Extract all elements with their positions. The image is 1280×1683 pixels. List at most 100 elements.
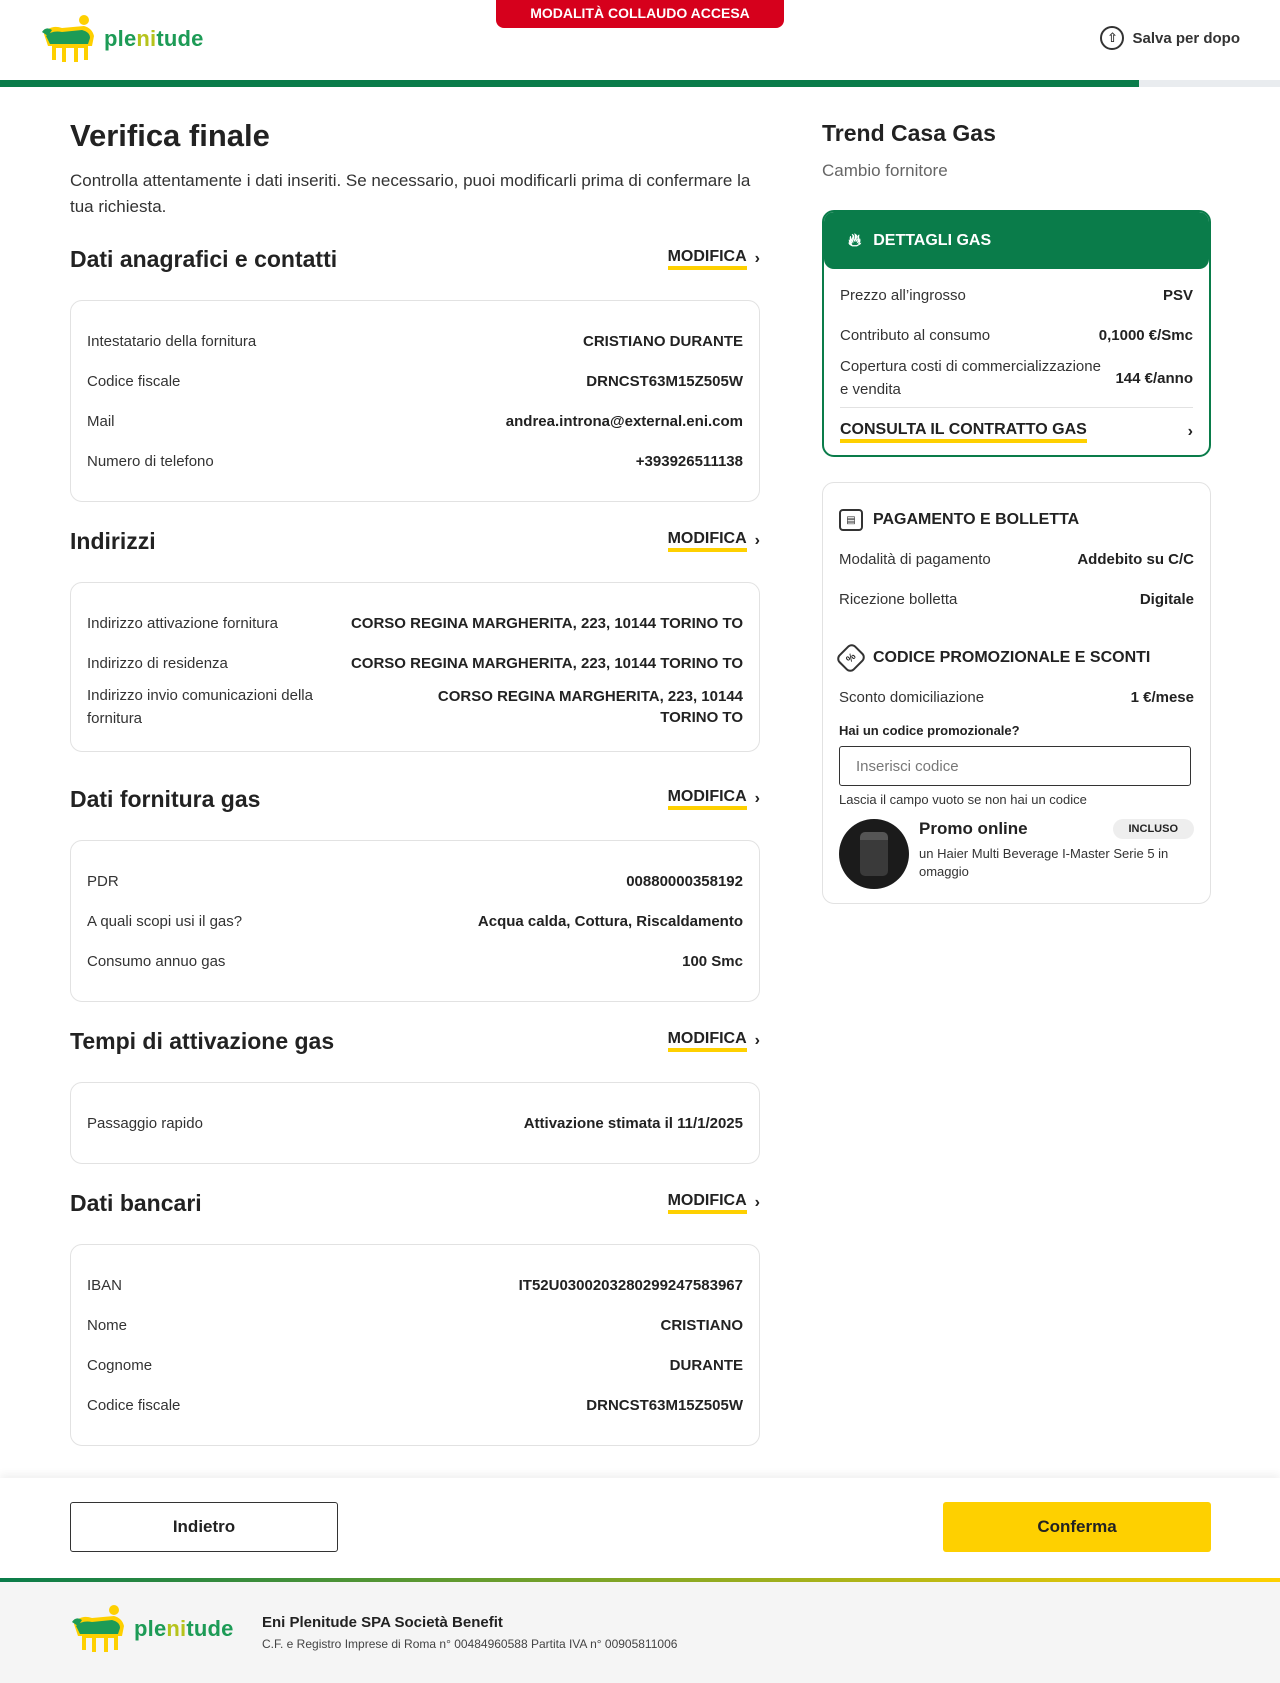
detail-row: Modalità di pagamento Addebito su C/C (839, 539, 1194, 579)
chevron-right-icon: › (1187, 422, 1193, 440)
gas-details-body: Prezzo all’ingrosso PSV Contributo al con… (824, 269, 1209, 455)
section-title: Dati bancari (70, 1189, 202, 1216)
promo-code-question: Hai un codice promozionale? (839, 723, 1020, 738)
detail-label: Intestatario della fornitura (87, 332, 257, 350)
section-title: Indirizzi (70, 527, 156, 554)
product-title: Trend Casa Gas (822, 120, 996, 146)
detail-row: Indirizzo invio comunicazioni della forn… (87, 683, 743, 731)
summary-column: Trend Casa Gas Cambio fornitore (822, 120, 1210, 181)
edit-label: MODIFICA (667, 1030, 747, 1052)
detail-label: Sconto domiciliazione (839, 688, 985, 706)
detail-row: Contributo al consumo 0,1000 €/Smc (840, 315, 1193, 355)
section-header-fornitura: Dati fornitura gas MODIFICA › (70, 784, 760, 814)
section-title: Dati anagrafici e contatti (70, 245, 338, 272)
footer-logo: plenitude (70, 1602, 234, 1656)
detail-value: 144 €/anno (1115, 369, 1193, 387)
detail-row: Codice fiscale DRNCST63M15Z505W (87, 361, 743, 401)
edit-fornitura-link[interactable]: MODIFICA › (667, 788, 760, 810)
detail-label: Cognome (87, 1356, 153, 1374)
plenitude-logo[interactable]: plenitude (40, 12, 204, 66)
edit-tempi-link[interactable]: MODIFICA › (667, 1030, 760, 1052)
detail-row: Intestatario della fornitura CRISTIANO DU… (87, 321, 743, 361)
card-fornitura: PDR 00880000358192 A quali scopi usi il g… (70, 840, 760, 1002)
detail-value: 0,1000 €/Smc (1098, 326, 1193, 344)
detail-label: Consumo annuo gas (87, 952, 226, 970)
detail-value: 100 Smc (682, 952, 743, 970)
back-button[interactable]: Indietro (70, 1502, 338, 1552)
detail-value: andrea.introna@external.eni.com (505, 412, 743, 430)
detail-label: Prezzo all’ingrosso (840, 286, 966, 304)
detail-label: Nome (87, 1316, 128, 1334)
detail-row: Codice fiscale DRNCST63M15Z505W (87, 1385, 743, 1425)
detail-row: Ricezione bolletta Digitale (839, 579, 1194, 619)
confirm-button[interactable]: Conferma (943, 1502, 1211, 1552)
detail-row: Copertura costi di commercializzazione e… (840, 355, 1193, 401)
section-header-tempi: Tempi di attivazione gas MODIFICA › (70, 1026, 760, 1056)
section-header-indirizzi: Indirizzi MODIFICA › (70, 526, 760, 556)
six-legged-dog-icon (42, 15, 94, 62)
gas-details-card: 🔥︎ DETTAGLI GAS Prezzo all’ingrosso PSV C… (822, 210, 1211, 457)
detail-value: DURANTE (669, 1356, 743, 1374)
detail-label: Contributo al consumo (840, 326, 991, 344)
detail-row: Prezzo all’ingrosso PSV (840, 275, 1193, 315)
detail-value: Acqua calda, Cottura, Riscaldamento (477, 912, 743, 930)
detail-value: CRISTIANO DURANTE (583, 332, 743, 350)
card-tempi: Passaggio rapido Attivazione stimata il 1… (70, 1082, 760, 1164)
product-subtitle: Cambio fornitore (822, 161, 948, 180)
detail-label: Passaggio rapido (87, 1114, 203, 1132)
detail-value: Addebito su C/C (1077, 550, 1194, 568)
included-badge: INCLUSO (1112, 819, 1194, 839)
detail-row: Numero di telefono +393926511138 (87, 441, 743, 481)
chevron-right-icon: › (754, 1194, 760, 1211)
section-title: Tempi di attivazione gas (70, 1027, 335, 1054)
review-column: Verifica finale Controlla attentamente i… (70, 118, 760, 220)
progress-bar (0, 80, 1280, 87)
detail-value: CORSO REGINA MARGHERITA, 223, 10144 TORI… (350, 614, 743, 632)
gas-details-header: 🔥︎ DETTAGLI GAS (824, 212, 1209, 269)
consult-contract-link[interactable]: CONSULTA IL CONTRATTO GAS › (840, 407, 1193, 455)
payment-title: PAGAMENTO E BOLLETTA (873, 511, 1080, 528)
edit-label: MODIFICA (667, 530, 747, 552)
promo-online-info: Promo online INCLUSO un Haier Multi Beve… (919, 819, 1194, 889)
page-description: Controlla attentamente i dati inseriti. … (70, 171, 751, 216)
detail-label: Mail (87, 412, 115, 430)
detail-label: Indirizzo invio comunicazioni della forn… (87, 687, 313, 727)
detail-value: Attivazione stimata il 11/1/2025 (523, 1114, 743, 1132)
save-for-later-label: Salva per dopo (1132, 29, 1240, 47)
chevron-right-icon: › (754, 250, 760, 267)
tag-percent-icon: % (834, 641, 868, 675)
edit-indirizzi-link[interactable]: MODIFICA › (667, 530, 760, 552)
section-header-anagrafica: Dati anagrafici e contatti MODIFICA › (70, 244, 760, 274)
edit-bancari-link[interactable]: MODIFICA › (667, 1192, 760, 1214)
detail-row: IBAN IT52U0300203280299247583967 (87, 1265, 743, 1305)
detail-row: Passaggio rapido Attivazione stimata il 1… (87, 1103, 743, 1143)
detail-value: CORSO REGINA MARGHERITA, 223, 10144 TORI… (350, 654, 743, 672)
payment-promo-card: ▤ PAGAMENTO E BOLLETTA Modalità di pagam… (822, 482, 1211, 904)
gas-details-title: DETTAGLI GAS (873, 231, 992, 249)
bill-icon: ▤ (839, 509, 863, 531)
detail-label: Copertura costi di commercializzazione e… (840, 358, 1101, 398)
detail-label: PDR (87, 872, 119, 890)
promo-code-hint: Lascia il campo vuoto se non hai un codi… (839, 792, 1087, 807)
chevron-right-icon: › (754, 790, 760, 807)
detail-value: 1 €/mese (1130, 688, 1194, 706)
save-for-later-button[interactable]: ⇧ Salva per dopo (1100, 26, 1240, 50)
card-indirizzi: Indirizzo attivazione fornitura CORSO REG… (70, 582, 760, 752)
promo-code-input[interactable] (839, 746, 1191, 786)
detail-row: Nome CRISTIANO (87, 1305, 743, 1345)
logo-wordmark: plenitude (104, 26, 204, 51)
detail-value: DRNCST63M15Z505W (586, 1396, 743, 1414)
detail-row: Indirizzo di residenza CORSO REGINA MARGH… (87, 643, 743, 683)
detail-value: CORSO REGINA MARGHERITA, 223, 10144 TORI… (437, 688, 743, 726)
promo-header: % CODICE PROMOZIONALE E SCONTI (834, 641, 1194, 675)
detail-value: IT52U0300203280299247583967 (518, 1276, 743, 1294)
footer-text: Eni Plenitude SPA Società Benefit C.F. e… (262, 1614, 677, 1651)
detail-label: Ricezione bolletta (839, 590, 958, 608)
coffee-machine-image (839, 819, 909, 889)
edit-anagrafica-link[interactable]: MODIFICA › (667, 248, 760, 270)
detail-value: DRNCST63M15Z505W (586, 372, 743, 390)
detail-row: PDR 00880000358192 (87, 861, 743, 901)
detail-value: +393926511138 (635, 452, 743, 470)
detail-row: A quali scopi usi il gas? Acqua calda, Co… (87, 901, 743, 941)
promo-online-title: Promo online (919, 819, 1028, 838)
